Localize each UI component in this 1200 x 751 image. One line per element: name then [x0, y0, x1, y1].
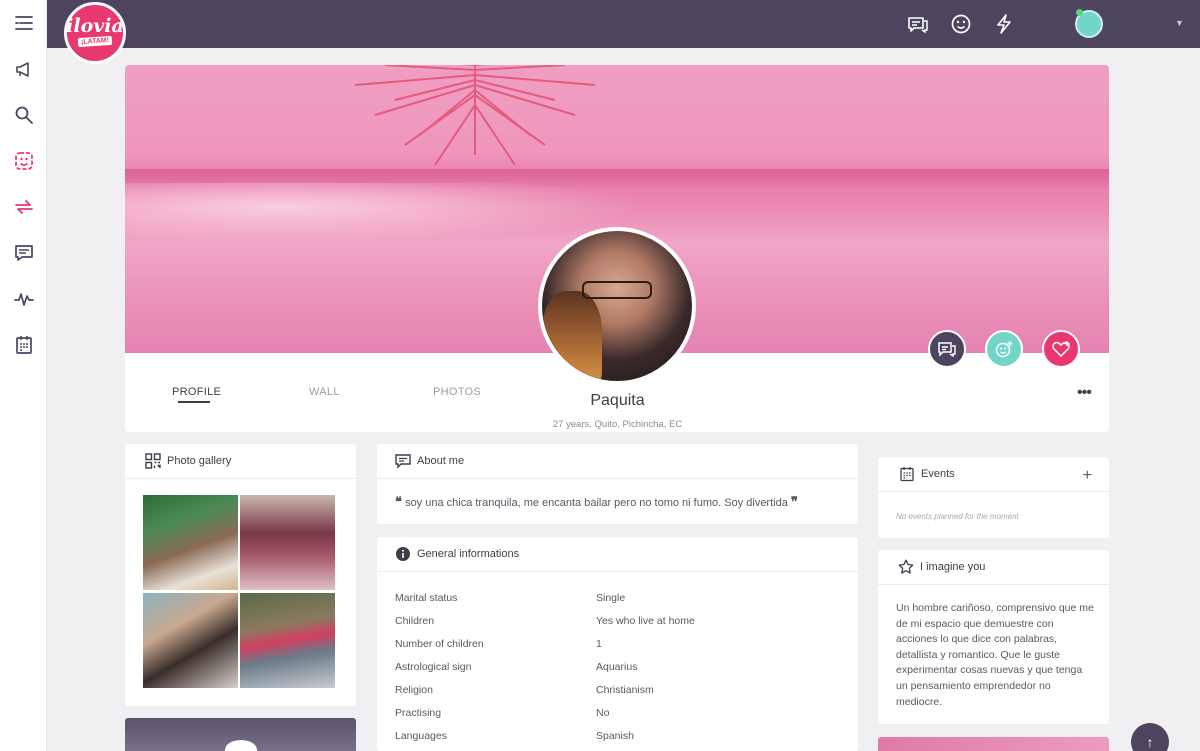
like-button[interactable]: [1042, 330, 1080, 368]
bottom-left-card: [125, 718, 356, 751]
online-indicator: [1076, 9, 1083, 16]
brand-logo[interactable]: ilovia ¡LATAM!: [64, 2, 126, 64]
profile-name: Paquita: [590, 392, 645, 409]
photo-gallery-panel: Photo gallery: [125, 444, 356, 706]
messages-icon: [938, 342, 956, 358]
menu-icon[interactable]: [13, 12, 35, 34]
gallery-photo[interactable]: [240, 593, 335, 688]
panel-title: Events: [921, 468, 955, 480]
profile-photo[interactable]: [538, 227, 696, 385]
info-value: Christianism: [596, 684, 654, 696]
user-name[interactable]: username: [1113, 17, 1161, 29]
about-text-body: soy una chica tranquila, me encanta bail…: [405, 497, 788, 509]
logo-wordmark: ilovia: [66, 14, 124, 37]
profile-subtitle: 27 years, Quito, Pichincha, EC: [552, 419, 683, 430]
chevron-down-icon[interactable]: ▼: [1175, 18, 1184, 28]
info-value: 1: [596, 638, 602, 650]
info-label: Astrological sign: [395, 661, 472, 673]
imagine-text: Un hombre cariñoso, comprensivo que me d…: [896, 602, 1094, 708]
info-label: Marital status: [395, 592, 458, 604]
scroll-to-top-button[interactable]: ↑: [1131, 723, 1169, 751]
heart-plus-icon: [1052, 341, 1070, 358]
star-icon: [898, 559, 914, 574]
events-panel: Events + No events planned for the momen…: [878, 457, 1109, 538]
exchange-icon[interactable]: [13, 196, 35, 218]
chat-icon: [395, 454, 411, 469]
tab-wall[interactable]: WALL: [309, 386, 340, 398]
smiley-icon[interactable]: [950, 13, 972, 35]
info-value: Aquarius: [596, 661, 638, 673]
info-label: Children: [395, 615, 435, 627]
messages-icon[interactable]: [907, 13, 929, 35]
gallery-grid-icon: [145, 453, 161, 469]
about-me-panel: About me ❝ soy una chica tranquila, me e…: [377, 444, 858, 524]
info-icon: [396, 547, 410, 561]
info-label: Religion: [395, 684, 433, 696]
imagine-panel: I imagine you Un hombre cariñoso, compre…: [878, 550, 1109, 724]
quote-open-icon: ❝: [395, 495, 402, 510]
panel-title: About me: [417, 455, 465, 467]
bottom-right-card: [878, 737, 1109, 751]
more-options-button[interactable]: •••: [1077, 384, 1092, 402]
arrow-up-icon: ↑: [1146, 734, 1154, 750]
add-event-button[interactable]: +: [1083, 467, 1092, 485]
tab-profile[interactable]: PROFILE: [172, 386, 221, 398]
sidebar: [0, 0, 47, 751]
events-empty-message: No events planned for the moment: [896, 512, 1019, 521]
general-info-panel: General informations Marital status Sing…: [377, 537, 858, 751]
message-button[interactable]: [928, 330, 966, 368]
topbar: [47, 0, 1200, 48]
quote-close-icon: ❞: [790, 495, 798, 510]
panel-title: I imagine you: [920, 561, 986, 573]
logo-tag: ¡LATAM!: [77, 35, 113, 47]
info-label: Practising: [395, 707, 442, 719]
active-tab-indicator: [178, 401, 210, 403]
gallery-photo[interactable]: [143, 593, 238, 688]
info-value: Spanish: [596, 730, 634, 742]
activity-icon[interactable]: [13, 288, 35, 310]
info-value: Yes who live at home: [596, 615, 695, 627]
info-label: Languages: [395, 730, 447, 742]
palm-leaf-decoration: [354, 65, 596, 165]
info-value: No: [596, 707, 610, 719]
smiley-plus-icon: [995, 341, 1013, 358]
search-icon[interactable]: [13, 104, 35, 126]
about-text: ❝ soy una chica tranquila, me encanta ba…: [395, 495, 798, 510]
gallery-photo[interactable]: [240, 495, 335, 590]
megaphone-icon[interactable]: [13, 58, 35, 80]
camera-icon: [225, 740, 257, 751]
gallery-photo[interactable]: [143, 495, 238, 590]
info-value: Single: [596, 592, 626, 604]
panel-title: General informations: [417, 548, 520, 560]
wink-button[interactable]: [985, 330, 1023, 368]
flash-icon[interactable]: [993, 13, 1015, 35]
face-icon[interactable]: [13, 150, 35, 172]
calendar-icon: [900, 467, 914, 482]
panel-title: Photo gallery: [167, 455, 232, 467]
info-label: Number of children: [395, 638, 484, 650]
calendar-icon[interactable]: [13, 334, 35, 356]
tab-photos[interactable]: PHOTOS: [433, 386, 481, 398]
chat-icon[interactable]: [13, 242, 35, 264]
